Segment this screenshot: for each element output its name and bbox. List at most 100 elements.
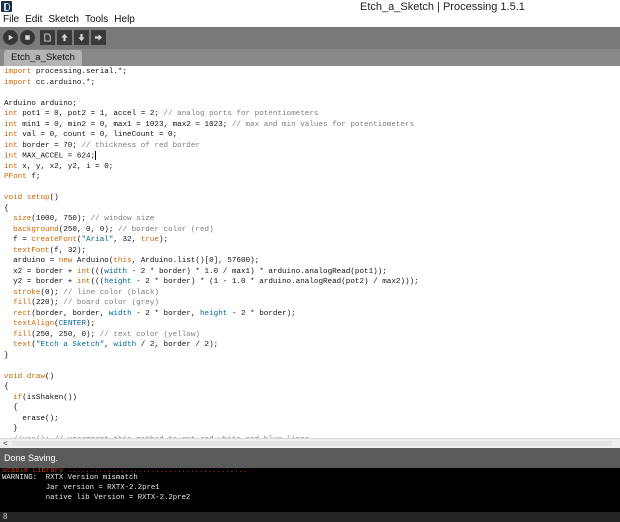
menu-edit[interactable]: Edit <box>25 14 42 26</box>
text-caret <box>95 151 97 160</box>
code-line[interactable]: stroke(0); // line color (black) <box>4 288 159 299</box>
code-token: void <box>4 372 23 381</box>
code-line[interactable]: Arduino arduino; <box>4 99 77 110</box>
code-line[interactable]: int pot1 = 0, pot2 = 1, accel = 2; // an… <box>4 109 318 120</box>
code-token: border = 70; <box>17 141 82 150</box>
code-token: int <box>76 278 91 286</box>
code-token: (0); <box>40 288 64 297</box>
code-editor[interactable]: import processing.serial.*; import cc.ard… <box>0 66 620 438</box>
code-line[interactable]: int val = 0, count = 0, lineCount = 0; <box>4 130 177 141</box>
code-token: { <box>4 204 9 213</box>
new-button[interactable] <box>40 30 55 45</box>
code-token: f = <box>4 236 32 244</box>
code-token: processing.serial.*; <box>31 68 128 76</box>
code-token: Arduino arduino; <box>4 99 77 108</box>
code-line[interactable]: textFont(f, 32); <box>4 246 86 257</box>
stop-button[interactable] <box>20 30 35 45</box>
code-line[interactable]: if(isShaken()) <box>4 393 77 404</box>
code-line[interactable]: int min1 = 0, min2 = 0, max1 = 1023, max… <box>4 120 414 131</box>
code-token: import <box>4 68 32 76</box>
console-output[interactable]: Stable Library .........................… <box>0 468 620 512</box>
code-token: f; <box>26 173 41 181</box>
window-title: Etch_a_Sketch | Processing 1.5.1 <box>360 1 525 13</box>
code-token: // text color (yellow) <box>99 330 200 339</box>
code-token: cc.arduino.*; <box>31 78 96 87</box>
code-line[interactable]: y2 = border + int(((height - 2 * border)… <box>4 277 419 288</box>
export-button[interactable] <box>91 30 106 45</box>
code-token: () <box>45 372 55 381</box>
code-line[interactable]: x2 = border + int(((width - 2 * border) … <box>4 267 387 278</box>
code-line[interactable]: text("Etch a Sketch", width / 2, border … <box>4 340 218 351</box>
code-token: "Etch a Sketch" <box>35 341 105 349</box>
code-line[interactable]: { <box>4 403 18 414</box>
code-token: int <box>4 110 18 118</box>
code-token: (250, 250, 0); <box>31 330 100 339</box>
save-button[interactable] <box>74 30 89 45</box>
code-token: // line color (black) <box>63 288 159 297</box>
code-line[interactable]: void draw() <box>4 372 54 383</box>
code-line[interactable]: PFont f; <box>4 172 40 183</box>
menu-file[interactable]: File <box>3 14 19 26</box>
code-token: } <box>4 351 9 360</box>
code-token: CENTER <box>58 320 87 328</box>
code-line[interactable]: } <box>4 424 18 435</box>
code-line[interactable]: rect(border, border, width - 2 * border,… <box>4 309 296 320</box>
code-token: { <box>4 383 9 391</box>
scrollbar-track[interactable] <box>12 441 612 446</box>
code-line[interactable]: int border = 70; // thickness of red bor… <box>4 141 200 152</box>
code-line[interactable]: arduino = new Arduino(this, Arduino.list… <box>4 256 259 267</box>
status-bar: Done Saving. <box>0 448 620 468</box>
code-line[interactable]: int x, y, x2, y2, i = 0; <box>4 162 113 173</box>
code-line[interactable]: } <box>4 351 9 362</box>
code-token: int <box>76 267 91 276</box>
code-token: ); <box>158 236 169 244</box>
export-icon <box>94 34 103 41</box>
code-line[interactable]: import cc.arduino.*; <box>4 78 95 89</box>
open-up-arrow-icon <box>61 33 68 42</box>
code-token: x2 = border + <box>4 267 77 276</box>
horizontal-scrollbar[interactable]: < <box>0 438 620 448</box>
code-line[interactable]: fill(220); // board color (grey) <box>4 298 159 309</box>
code-token: (220); <box>31 299 64 307</box>
code-line[interactable]: { <box>4 382 9 393</box>
code-token: - 2 * border) * 1.0 / max1) * arduino.an… <box>127 267 387 276</box>
scroll-left-icon[interactable]: < <box>3 439 8 448</box>
code-token: - 2 * border) * (1 - 1.0 * arduino.analo… <box>131 278 419 286</box>
code-token: erase(); <box>4 414 59 423</box>
code-token: int <box>4 131 18 139</box>
code-line[interactable]: background(250, 0, 0); // border color (… <box>4 225 214 236</box>
code-line[interactable]: int MAX_ACCEL = 624; <box>4 151 97 162</box>
code-token: () <box>49 194 59 202</box>
code-token: ); <box>86 320 96 328</box>
console-line: Jar version = RXTX-2.2pre1 <box>2 484 160 492</box>
code-token: width <box>108 309 132 318</box>
menu-sketch[interactable]: Sketch <box>48 14 79 26</box>
code-line[interactable]: size(1000, 750); // window size <box>4 214 154 225</box>
run-button[interactable] <box>3 30 18 45</box>
code-line[interactable]: textAlign(CENTER); <box>4 319 95 330</box>
code-token: { <box>4 404 18 412</box>
code-line[interactable]: fill(250, 250, 0); // text color (yellow… <box>4 330 200 341</box>
code-line[interactable]: void setup() <box>4 193 59 204</box>
code-token: // board color (grey) <box>63 299 159 307</box>
open-button[interactable] <box>57 30 72 45</box>
code-token: text <box>13 341 32 349</box>
menu-help[interactable]: Help <box>114 14 135 26</box>
code-token: min1 = 0, min2 = 0, max1 = 1023, max2 = … <box>17 120 232 129</box>
code-token: (250, 0, 0); <box>58 225 118 234</box>
code-token: , Arduino.list()[0], 57600); <box>131 257 260 265</box>
code-line[interactable]: erase(); <box>4 414 59 425</box>
code-token: PFont <box>4 173 27 181</box>
code-line[interactable]: f = createFont("Arial", 32, true); <box>4 235 168 246</box>
code-line[interactable]: import processing.serial.*; <box>4 67 127 78</box>
code-token: fill <box>13 299 32 307</box>
code-token: setup <box>26 194 50 202</box>
code-line[interactable]: { <box>4 204 9 215</box>
tab-etch-a-sketch[interactable]: Etch_a_Sketch <box>4 50 82 66</box>
menu-tools[interactable]: Tools <box>85 14 108 26</box>
play-icon <box>8 34 14 41</box>
